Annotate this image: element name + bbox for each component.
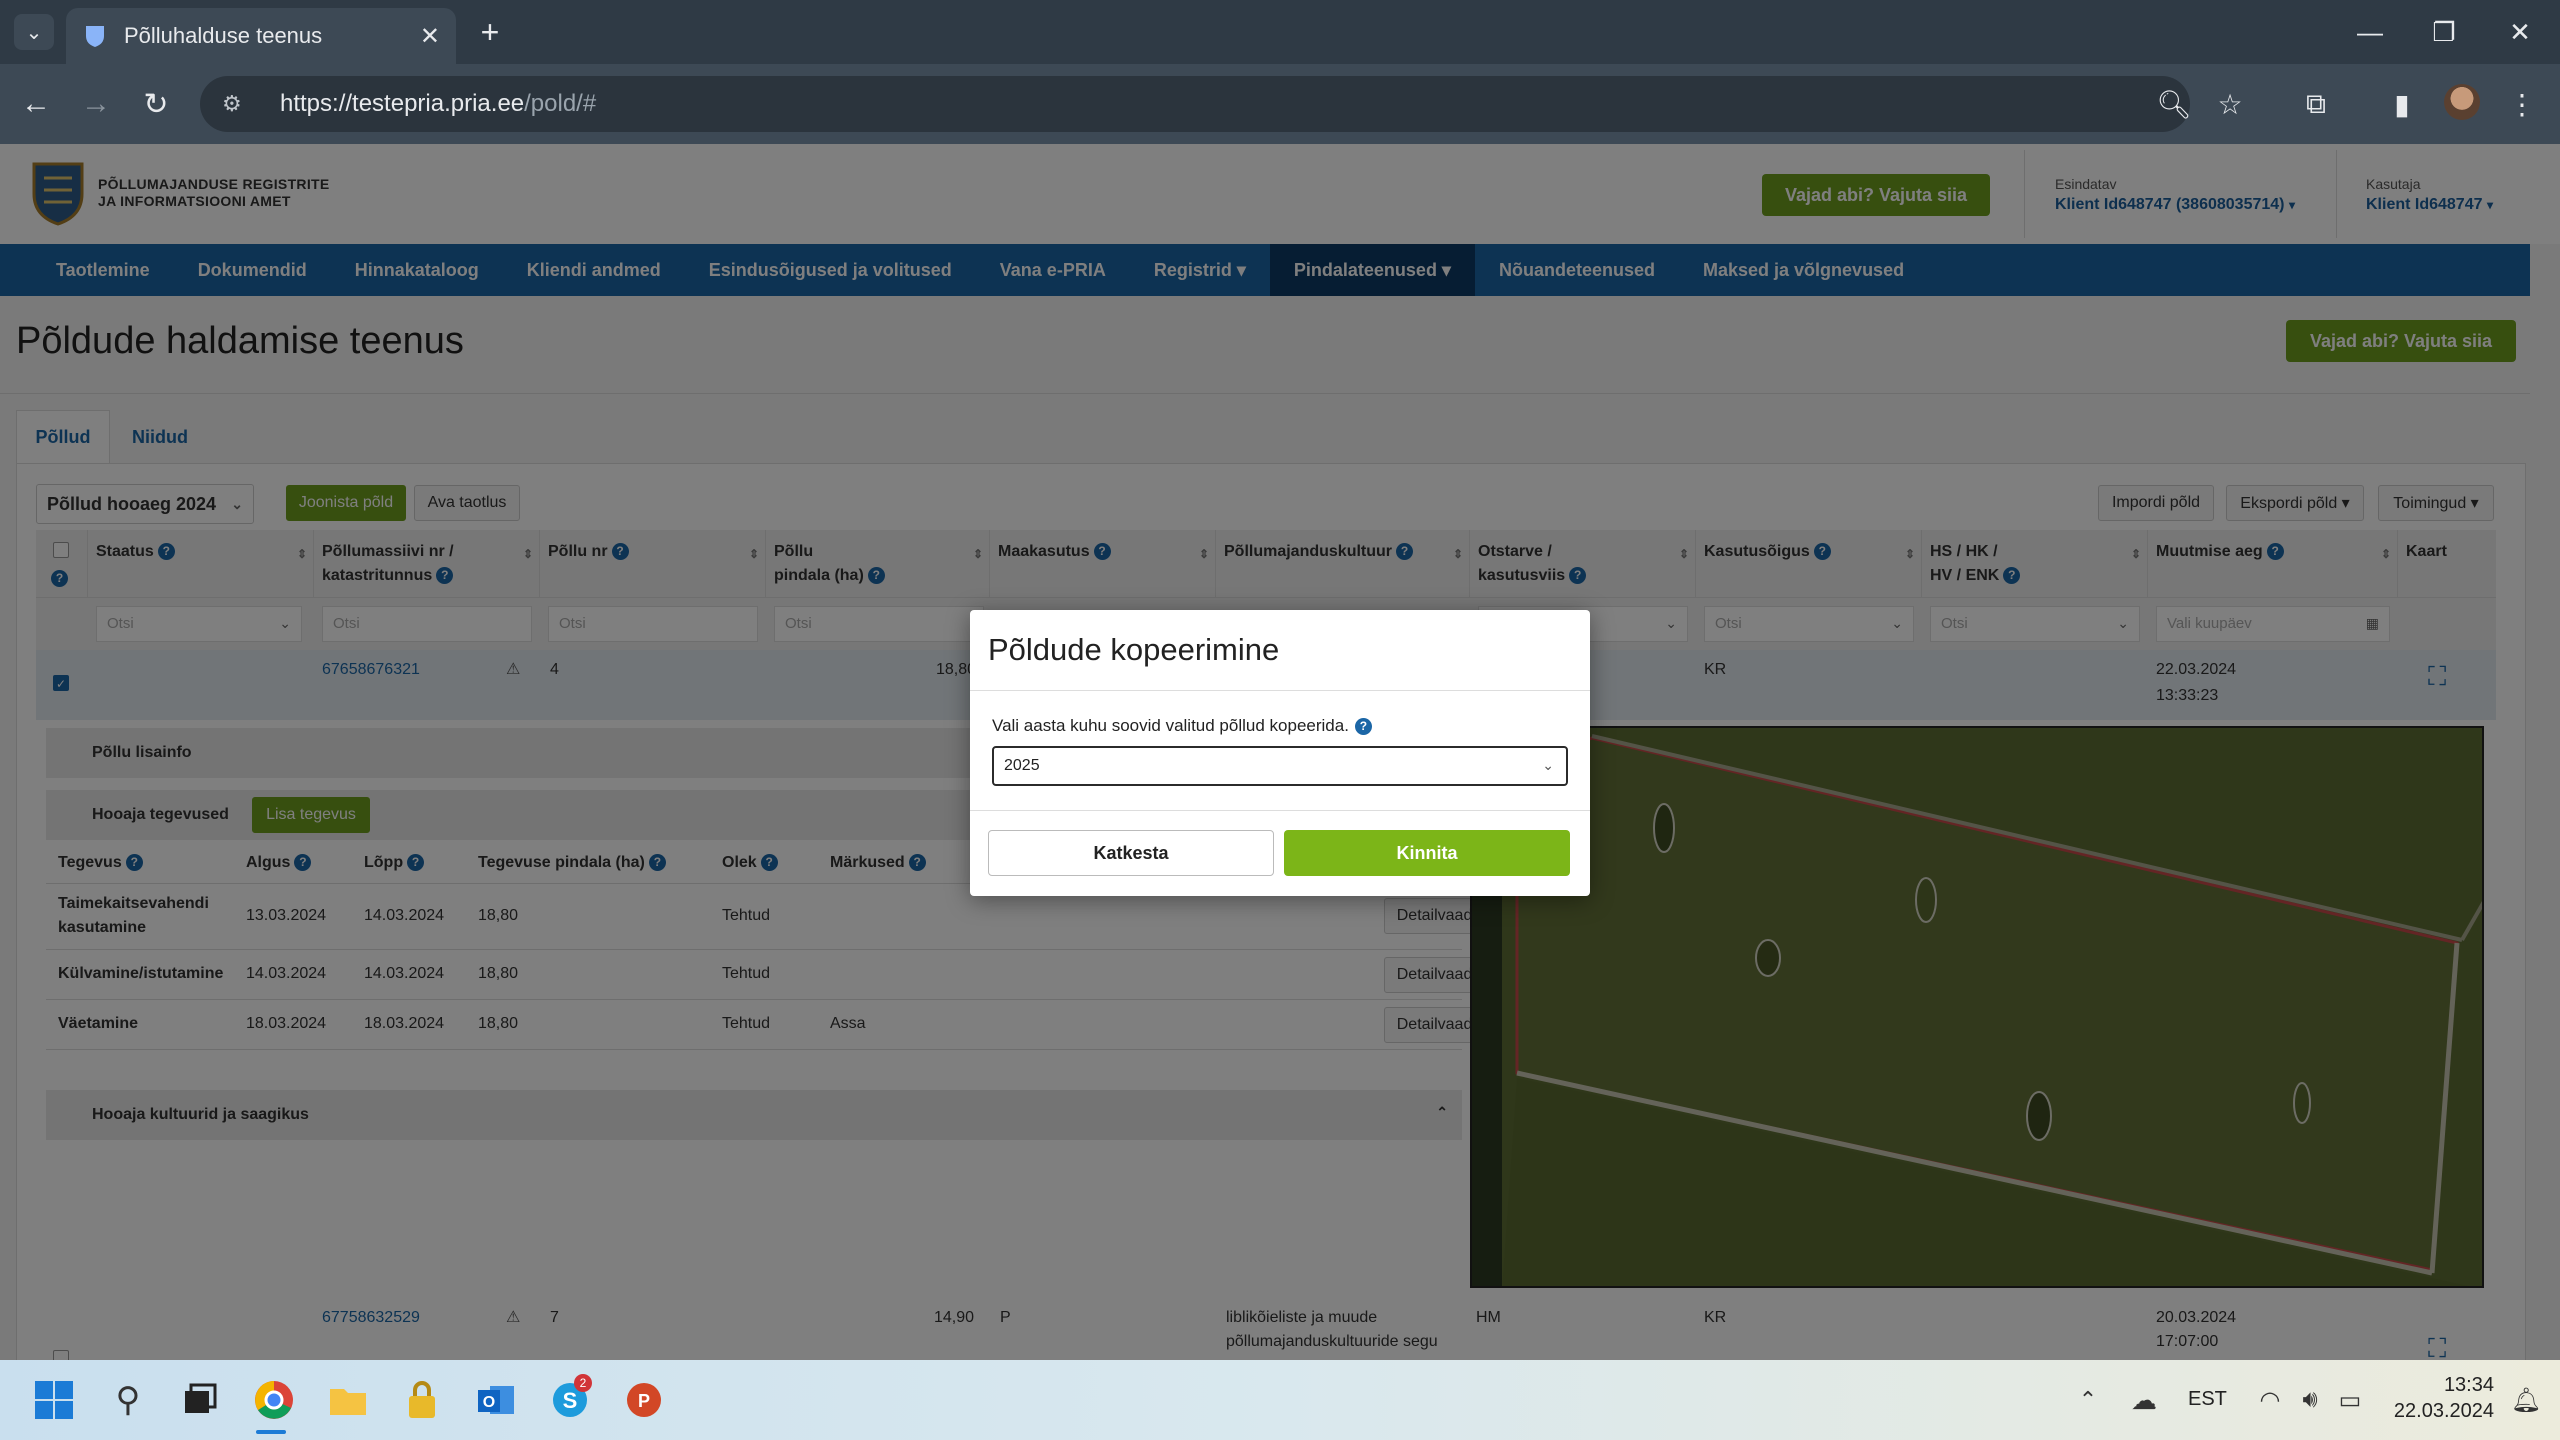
forward-button[interactable]: → [76,84,116,124]
lock-app-icon[interactable] [400,1378,444,1422]
modal-title: Põldude kopeerimine [988,632,1280,667]
folder-icon[interactable] [326,1378,370,1422]
restore-button[interactable]: ❐ [2422,10,2466,54]
wifi-icon[interactable]: ◠ [2248,1378,2292,1422]
arrow-left-icon: ← [21,87,51,120]
svg-text:P: P [638,1391,650,1411]
minimize-button[interactable]: — [2348,10,2392,54]
cancel-button[interactable]: Katkesta [988,830,1274,876]
windows-start-icon[interactable] [32,1378,76,1422]
site-info-icon[interactable]: ⚙ [222,91,252,117]
task-view-icon[interactable] [178,1378,222,1422]
close-icon: ✕ [2509,16,2531,47]
chevron-down-icon: ⌄ [25,21,43,44]
extensions-icon[interactable]: ⧉ [2296,84,2336,124]
clock-time[interactable]: 13:34 [2400,1374,2494,1397]
search-icon[interactable]: ⚲ [106,1378,150,1422]
modal-divider [970,690,1590,691]
side-panel-icon[interactable]: ▮ [2382,84,2422,124]
plus-icon: + [480,13,500,50]
skype-badge: 2 [574,1374,592,1392]
tab-title: Põlluhalduse teenus [124,23,323,48]
outlook-icon[interactable]: O [474,1378,518,1422]
clock-date[interactable]: 22.03.2024 [2380,1400,2494,1423]
notification-icon[interactable]: 🔔︎ [2504,1378,2548,1422]
copy-fields-modal: Põldude kopeerimine Vali aasta kuhu soov… [970,610,1590,896]
close-window-button[interactable]: ✕ [2498,10,2542,54]
menu-icon[interactable]: ⋮ [2502,84,2542,124]
chrome-icon[interactable] [252,1378,296,1422]
profile-avatar[interactable] [2444,84,2480,120]
tab-search-button[interactable]: ⌄ [14,14,54,50]
speaker-icon[interactable]: 🔊︎ [2288,1378,2332,1422]
back-button[interactable]: ← [16,84,56,124]
help-icon[interactable]: ? [1354,718,1372,735]
close-icon[interactable]: ✕ [420,22,440,51]
cloud-icon[interactable]: ☁ [2122,1378,2166,1422]
arrow-right-icon: → [81,87,111,120]
crest-favicon-icon [82,23,108,49]
url-host: https://testepria.pria.ee [280,90,525,117]
powerpoint-icon[interactable]: P [622,1378,666,1422]
modal-label: Vali aasta kuhu soovid valitud põllud ko… [992,716,1372,736]
modal-label-text: Vali aasta kuhu soovid valitud põllud ko… [992,716,1349,735]
new-tab-button[interactable]: + [470,12,510,52]
zoom-icon[interactable]: 🔍︎ [2154,84,2194,124]
address-bar[interactable]: ⚙ https://testepria.pria.ee/pold/# [200,76,2190,132]
year-select-value: 2025 [1004,757,1040,774]
chevron-down-icon: ⌄ [1542,757,1554,773]
reload-button[interactable]: ↻ [136,84,176,124]
svg-text:O: O [483,1394,495,1411]
modal-divider [970,810,1590,811]
reload-icon: ↻ [143,87,169,121]
star-icon[interactable]: ☆ [2210,84,2250,124]
browser-tab-strip: ⌄ Põlluhalduse teenus ✕ + — ❐ ✕ [0,0,2560,64]
active-app-indicator [256,1430,286,1434]
minimize-icon: — [2357,16,2383,47]
chevron-up-icon[interactable]: ⌃ [2066,1378,2110,1422]
browser-toolbar: ← → ↻ ⚙ https://testepria.pria.ee/pold/#… [0,64,2560,144]
taskbar: ⚲ O S 2 P ⌃ ☁ EST ◠ 🔊︎ ▭ 13:34 22.03.202… [0,1360,2560,1440]
url-path: /pold/# [524,90,597,117]
battery-icon[interactable]: ▭ [2328,1378,2372,1422]
svg-text:S: S [563,1388,578,1413]
confirm-button[interactable]: Kinnita [1284,830,1570,876]
restore-icon: ❐ [2432,16,2456,47]
year-select[interactable]: 2025 ⌄ [992,746,1568,786]
browser-tab[interactable]: Põlluhalduse teenus ✕ [66,8,456,64]
language-indicator[interactable]: EST [2188,1388,2227,1411]
